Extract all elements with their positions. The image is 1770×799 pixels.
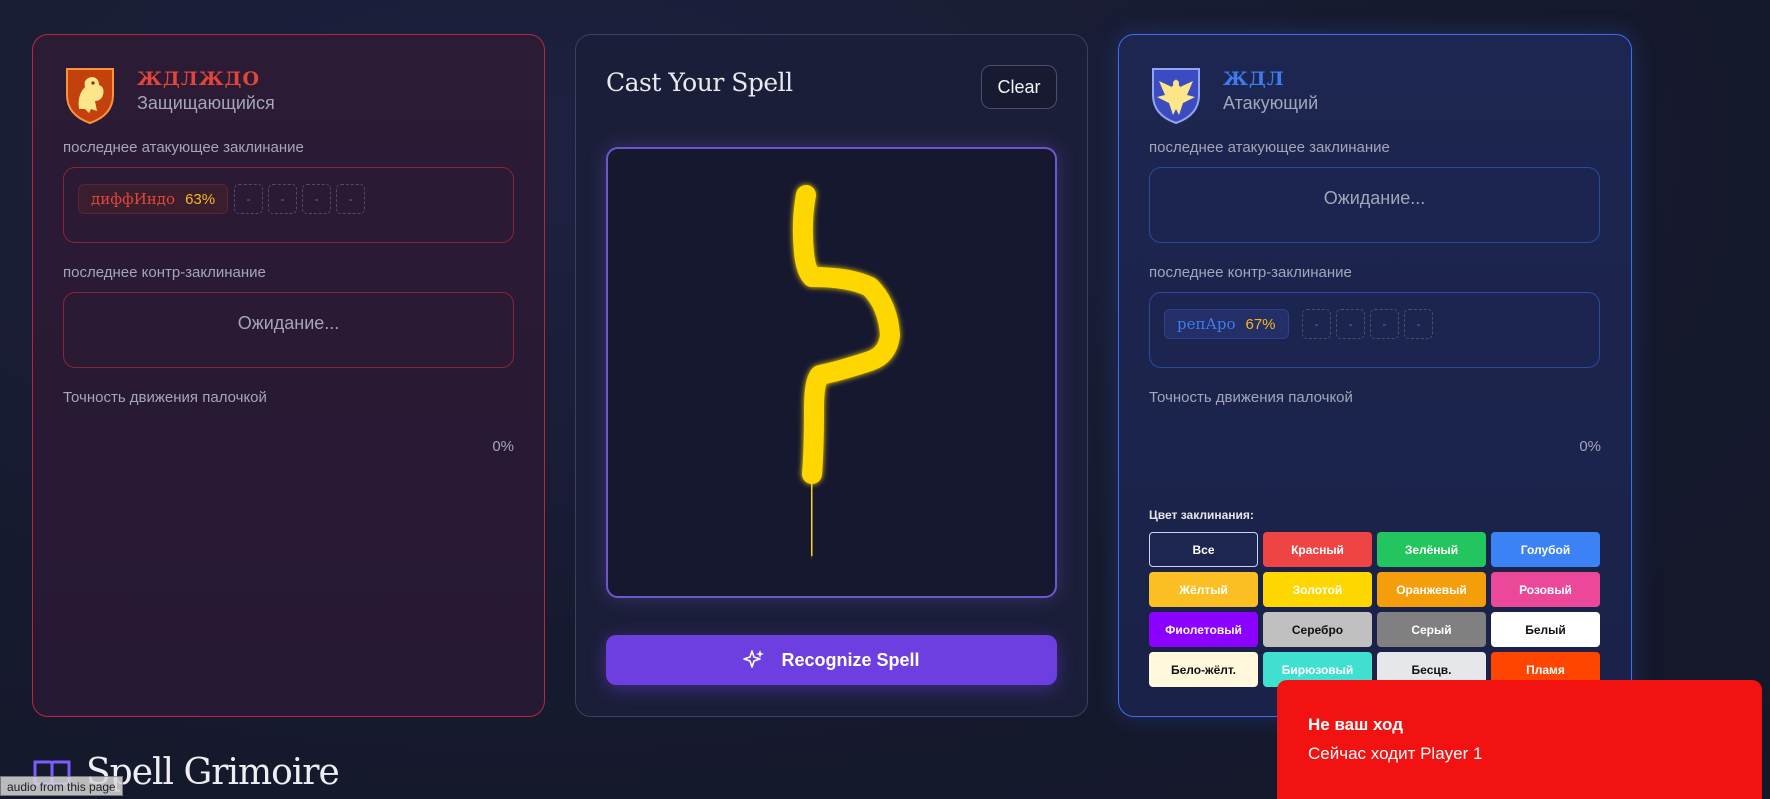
toast-title: Не ваш ход [1308,715,1404,734]
spell-stroke [792,185,900,556]
attack-spell-label: последнее атакующее заклинание [1149,139,1390,156]
spell-name: диффИндо [91,190,176,208]
accuracy-value: 0% [492,438,514,455]
spell-color-title: Цвет заклинания: [1149,508,1254,522]
color-option-button[interactable]: Жёлтый [1149,572,1258,607]
empty-slot: - [1370,309,1399,339]
counter-spell-label: последнее контр-заклинание [63,264,266,281]
color-option-button[interactable]: Золотой [1263,572,1372,607]
color-option-button[interactable]: Фиолетовый [1149,612,1258,647]
drawing-canvas[interactable] [606,147,1057,598]
turn-toast[interactable]: Не ваш ход Сейчас ходит Player 1 [1277,680,1762,799]
color-option-button[interactable]: Красный [1263,532,1372,567]
color-option-button[interactable]: Белый [1491,612,1600,647]
sparkle-icon [743,650,765,668]
cast-title: Cast Your Spell [606,68,793,97]
player-role: Атакующий [1223,93,1319,113]
empty-slot: - [336,184,365,214]
spell-confidence: 63% [185,190,216,208]
cast-panel: Cast Your Spell Clear Recognize Spell [575,34,1088,717]
empty-slot: - [1302,309,1331,339]
accuracy-value: 0% [1579,438,1601,455]
accuracy-label: Точность движения палочкой [63,389,267,406]
accuracy-label: Точность движения палочкой [1149,389,1353,406]
defender-panel: ЖДЛЖДО Защищающийся последнее атакующее … [32,34,545,717]
brand-name: Spell Grimoire [86,752,340,793]
attack-spell-label: последнее атакующее заклинание [63,139,304,156]
audio-tooltip: audio from this page [0,776,123,796]
color-option-button[interactable]: Бело-жёлт. [1149,652,1258,687]
recognize-spell-button[interactable]: Recognize Spell [606,635,1057,685]
waiting-status: Ожидание... [237,313,340,333]
empty-slot: - [302,184,331,214]
player-header: ЖДЛЖДО [63,65,503,135]
empty-slot: - [268,184,297,214]
empty-slot: - [234,184,263,214]
color-option-button[interactable]: Все [1149,532,1258,567]
player-role: Защищающийся [137,93,275,113]
clear-button[interactable]: Clear [981,65,1057,109]
color-option-button[interactable]: Зелёный [1377,532,1486,567]
empty-slot: - [1336,309,1365,339]
eagle-crest-icon [1152,68,1200,125]
color-option-button[interactable]: Оранжевый [1377,572,1486,607]
color-option-button[interactable]: Серый [1377,612,1486,647]
lion-crest-icon [66,68,114,125]
color-option-button[interactable]: Серебро [1263,612,1372,647]
player-name: ЖДЛ [1223,68,1285,90]
spell-chip: диффИндо 63% [78,184,229,214]
counter-spell-box: репАро 67% - - - - [1149,292,1600,368]
toast-message: Сейчас ходит Player 1 [1308,744,1483,763]
counter-spell-box: Ожидание... [63,292,514,368]
spell-chip: репАро 67% [1164,309,1289,339]
counter-spell-label: последнее контр-заклинание [1149,264,1352,281]
empty-slot: - [1404,309,1433,339]
player-header: ЖДЛ [1149,65,1589,135]
player-name: ЖДЛЖДО [137,68,260,90]
color-option-button[interactable]: Голубой [1491,532,1600,567]
color-option-button[interactable]: Розовый [1491,572,1600,607]
attack-spell-box: Ожидание... [1149,167,1600,243]
waiting-status: Ожидание... [1323,188,1426,208]
spell-confidence: 67% [1245,315,1276,333]
spell-name: репАро [1177,315,1236,333]
attack-spell-box: диффИндо 63% - - - - [63,167,514,243]
recognize-label: Recognize Spell [781,649,920,670]
attacker-panel: ЖДЛ Атакующий последнее атакующее заклин… [1118,34,1632,717]
